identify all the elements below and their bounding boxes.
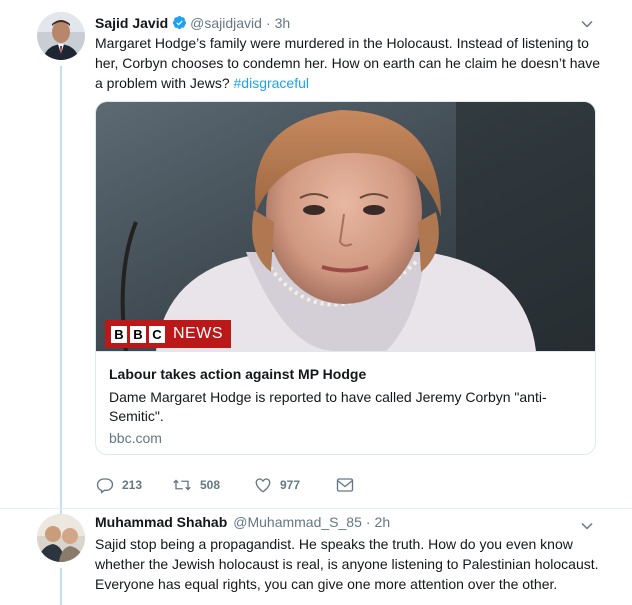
verified-badge-icon bbox=[172, 15, 187, 30]
like-icon bbox=[254, 476, 272, 494]
like-button[interactable]: 977 bbox=[254, 476, 336, 494]
tweet-header: Sajid Javid @sajidjavid · 3h bbox=[95, 13, 290, 31]
avatar[interactable] bbox=[37, 514, 85, 562]
tweet-sajid-javid[interactable]: Sajid Javid @sajidjavid · 3h Margaret Ho… bbox=[0, 0, 632, 508]
reply-button[interactable]: 213 bbox=[96, 476, 172, 494]
retweet-icon bbox=[172, 476, 192, 494]
bbc-news-logo: B B C NEWS bbox=[105, 320, 231, 348]
retweet-button[interactable]: 508 bbox=[172, 476, 254, 494]
separator-dot: · bbox=[265, 15, 271, 31]
user-handle[interactable]: @sajidjavid bbox=[190, 15, 262, 31]
reply-icon bbox=[96, 476, 114, 494]
card-domain: bbc.com bbox=[109, 430, 162, 446]
chevron-down-icon[interactable] bbox=[581, 519, 593, 531]
card-title: Labour takes action against MP Hodge bbox=[109, 366, 367, 382]
article-image bbox=[96, 102, 595, 351]
chevron-down-icon[interactable] bbox=[581, 17, 593, 29]
tweet-actions: 213 508 977 bbox=[96, 476, 354, 494]
logo-letter: B bbox=[111, 325, 127, 343]
logo-letter: C bbox=[149, 325, 165, 343]
tweet-muhammad-shahab[interactable]: Muhammad Shahab @Muhammad_S_85 · 2h Saji… bbox=[0, 509, 632, 605]
tweet-text: Margaret Hodge’s family were murdered in… bbox=[95, 33, 605, 93]
avatar[interactable] bbox=[37, 12, 85, 60]
link-preview-card[interactable]: B B C NEWS Labour takes action against M… bbox=[95, 101, 596, 455]
display-name[interactable]: Sajid Javid bbox=[95, 15, 168, 31]
reply-count: 213 bbox=[122, 478, 143, 492]
tweet-text: Sajid stop being a propagandist. He spea… bbox=[95, 536, 599, 592]
direct-message-button[interactable] bbox=[336, 477, 354, 493]
logo-letter: B bbox=[130, 325, 146, 343]
logo-word: NEWS bbox=[173, 325, 223, 342]
like-count: 977 bbox=[280, 478, 301, 492]
display-name[interactable]: Muhammad Shahab bbox=[95, 514, 227, 530]
retweet-count: 508 bbox=[200, 478, 221, 492]
tweet-header: Muhammad Shahab @Muhammad_S_85 · 2h bbox=[95, 514, 390, 530]
tweet-body: Margaret Hodge’s family were murdered in… bbox=[95, 35, 601, 91]
hashtag-link[interactable]: #disgraceful bbox=[234, 75, 310, 91]
direct-message-icon bbox=[336, 477, 354, 493]
card-details[interactable]: Labour takes action against MP Hodge Dam… bbox=[96, 351, 595, 454]
card-description: Dame Margaret Hodge is reported to have … bbox=[109, 389, 547, 424]
tweet-timestamp[interactable]: 3h bbox=[275, 15, 291, 31]
user-handle[interactable]: @Muhammad_S_85 bbox=[233, 514, 362, 530]
tweet-timestamp[interactable]: 2h bbox=[375, 514, 391, 530]
separator-dot: · bbox=[365, 514, 371, 530]
